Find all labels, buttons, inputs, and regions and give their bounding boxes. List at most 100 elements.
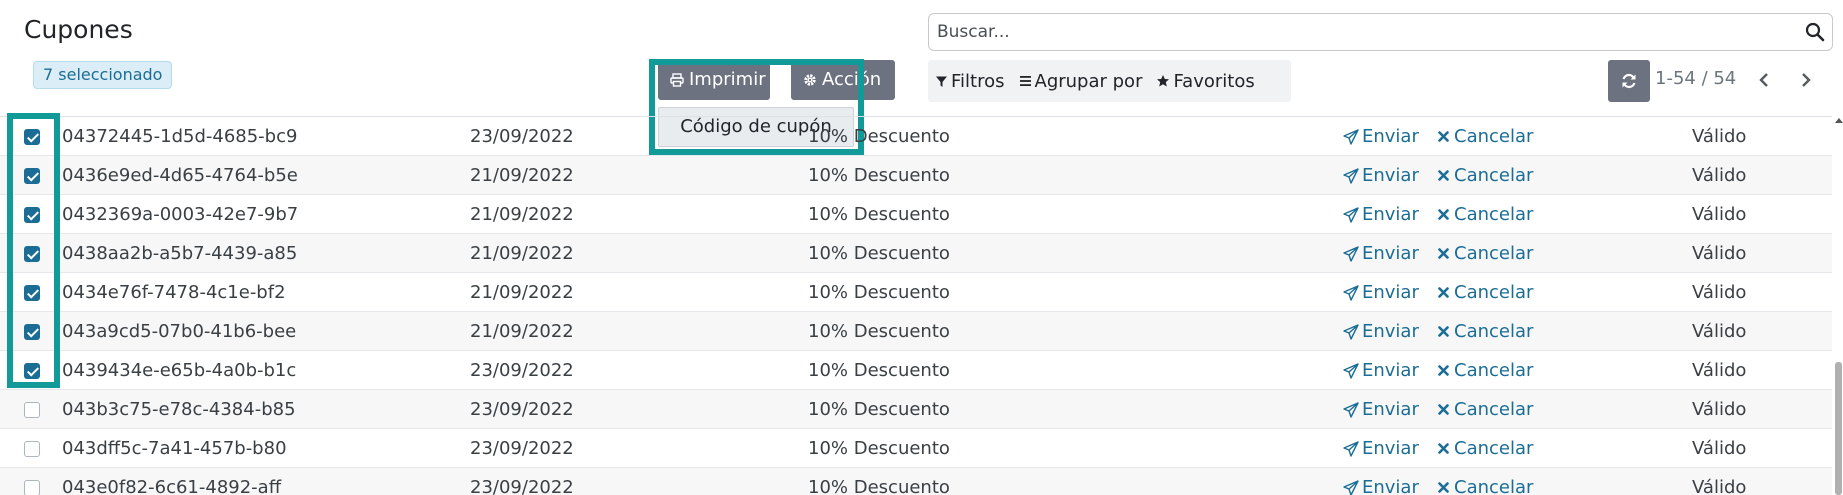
send-button[interactable]: Enviar — [1343, 351, 1419, 390]
pager-range[interactable]: 1-54 / 54 — [1655, 68, 1736, 89]
table-row[interactable]: 043b3c75-e78c-4384-b85 23/09/2022 10% De… — [0, 390, 1832, 429]
pager-next-button[interactable] — [1794, 68, 1818, 92]
group-by-label: Agrupar por — [1034, 70, 1143, 92]
expiration-date: 23/09/2022 — [470, 126, 574, 147]
print-button[interactable]: Imprimir — [658, 60, 770, 100]
cancel-button[interactable]: Cancelar — [1438, 351, 1533, 390]
send-icon — [1343, 284, 1359, 301]
coupon-state: Válido — [1692, 204, 1747, 225]
refresh-button[interactable] — [1608, 60, 1650, 102]
cancel-button[interactable]: Cancelar — [1438, 273, 1533, 312]
coupon-code: 043e0f82-6c61-4892-aff — [62, 477, 282, 495]
favorites-label: Favoritos — [1173, 70, 1255, 92]
star-icon — [1157, 75, 1170, 87]
filters-label: Filtros — [951, 70, 1005, 92]
expiration-date: 21/09/2022 — [470, 282, 574, 303]
table-row[interactable]: 0439434e-e65b-4a0b-b1c 23/09/2022 10% De… — [0, 351, 1832, 390]
send-label: Enviar — [1362, 399, 1419, 420]
cancel-label: Cancelar — [1454, 477, 1534, 495]
send-button[interactable]: Enviar — [1343, 195, 1419, 234]
cancel-button[interactable]: Cancelar — [1438, 234, 1533, 273]
coupon-code: 0436e9ed-4d65-4764-b5e — [62, 165, 298, 186]
cancel-button[interactable]: Cancelar — [1438, 156, 1533, 195]
close-icon — [1438, 209, 1449, 220]
action-button[interactable]: Acción — [791, 60, 895, 100]
cancel-label: Cancelar — [1454, 438, 1534, 459]
row-checkbox[interactable] — [24, 441, 40, 457]
send-button[interactable]: Enviar — [1343, 156, 1419, 195]
send-icon — [1343, 128, 1359, 145]
coupon-state: Válido — [1692, 477, 1747, 495]
send-label: Enviar — [1362, 438, 1419, 459]
close-icon — [1438, 131, 1449, 142]
expiration-date: 23/09/2022 — [470, 399, 574, 420]
group-by-button[interactable]: Agrupar por — [1012, 60, 1150, 102]
row-checkbox[interactable] — [24, 285, 40, 301]
search-input[interactable] — [929, 14, 1799, 50]
cancel-label: Cancelar — [1454, 243, 1534, 264]
coupon-code: 0432369a-0003-42e7-9b7 — [62, 204, 299, 225]
coupon-state: Válido — [1692, 360, 1747, 381]
coupon-table: 04372445-1d5d-4685-bc9 23/09/2022 10% De… — [0, 116, 1832, 495]
send-button[interactable]: Enviar — [1343, 273, 1419, 312]
close-icon — [1438, 287, 1449, 298]
table-row[interactable]: 0434e76f-7478-4c1e-bf2 21/09/2022 10% De… — [0, 273, 1832, 312]
send-icon — [1343, 245, 1359, 262]
filters-button[interactable]: Filtros — [928, 60, 1012, 102]
send-button[interactable]: Enviar — [1343, 234, 1419, 273]
table-row[interactable]: 043a9cd5-07b0-41b6-bee 21/09/2022 10% De… — [0, 312, 1832, 351]
search-icon[interactable] — [1805, 22, 1825, 42]
table-row[interactable]: 04372445-1d5d-4685-bc9 23/09/2022 10% De… — [0, 117, 1832, 156]
table-row[interactable]: 0436e9ed-4d65-4764-b5e 21/09/2022 10% De… — [0, 156, 1832, 195]
coupon-code: 043b3c75-e78c-4384-b85 — [62, 399, 296, 420]
row-checkbox[interactable] — [24, 129, 40, 145]
send-button[interactable]: Enviar — [1343, 429, 1419, 468]
expiration-date: 23/09/2022 — [470, 477, 574, 495]
program-name: 10% Descuento — [808, 243, 950, 264]
scroll-thumb[interactable] — [1835, 362, 1842, 495]
pager-prev-button[interactable] — [1752, 68, 1776, 92]
cancel-label: Cancelar — [1454, 165, 1534, 186]
expiration-date: 23/09/2022 — [470, 360, 574, 381]
send-button[interactable]: Enviar — [1343, 117, 1419, 156]
send-button[interactable]: Enviar — [1343, 468, 1419, 495]
coupon-code: 04372445-1d5d-4685-bc9 — [62, 126, 298, 147]
table-row[interactable]: 0438aa2b-a5b7-4439-a85 21/09/2022 10% De… — [0, 234, 1832, 273]
send-icon — [1343, 167, 1359, 184]
row-checkbox[interactable] — [24, 168, 40, 184]
program-name: 10% Descuento — [808, 282, 950, 303]
coupon-state: Válido — [1692, 126, 1747, 147]
cancel-button[interactable]: Cancelar — [1438, 312, 1533, 351]
coupon-state: Válido — [1692, 165, 1747, 186]
favorites-button[interactable]: Favoritos — [1149, 60, 1261, 102]
cancel-button[interactable]: Cancelar — [1438, 117, 1533, 156]
selection-count-badge: 7 seleccionado — [33, 61, 173, 89]
vertical-scrollbar[interactable] — [1834, 116, 1843, 495]
cancel-button[interactable]: Cancelar — [1438, 468, 1533, 495]
expiration-date: 21/09/2022 — [470, 204, 574, 225]
cancel-button[interactable]: Cancelar — [1438, 195, 1533, 234]
coupon-code: 0438aa2b-a5b7-4439-a85 — [62, 243, 298, 264]
row-checkbox[interactable] — [24, 363, 40, 379]
send-label: Enviar — [1362, 360, 1419, 381]
row-checkbox[interactable] — [24, 402, 40, 418]
cancel-button[interactable]: Cancelar — [1438, 429, 1533, 468]
row-checkbox[interactable] — [24, 246, 40, 262]
close-icon — [1438, 482, 1449, 493]
close-icon — [1438, 326, 1449, 337]
send-button[interactable]: Enviar — [1343, 390, 1419, 429]
scroll-up-arrow-icon[interactable] — [1835, 118, 1843, 123]
expiration-date: 21/09/2022 — [470, 243, 574, 264]
send-label: Enviar — [1362, 165, 1419, 186]
table-row[interactable]: 0432369a-0003-42e7-9b7 21/09/2022 10% De… — [0, 195, 1832, 234]
program-name: 10% Descuento — [808, 360, 950, 381]
row-checkbox[interactable] — [24, 207, 40, 223]
send-icon — [1343, 206, 1359, 223]
row-checkbox[interactable] — [24, 324, 40, 340]
send-button[interactable]: Enviar — [1343, 312, 1419, 351]
table-row[interactable]: 043dff5c-7a41-457b-b80 23/09/2022 10% De… — [0, 429, 1832, 468]
row-checkbox[interactable] — [24, 480, 40, 495]
program-name: 10% Descuento — [808, 477, 950, 495]
cancel-button[interactable]: Cancelar — [1438, 390, 1533, 429]
table-row[interactable]: 043e0f82-6c61-4892-aff 23/09/2022 10% De… — [0, 468, 1832, 495]
